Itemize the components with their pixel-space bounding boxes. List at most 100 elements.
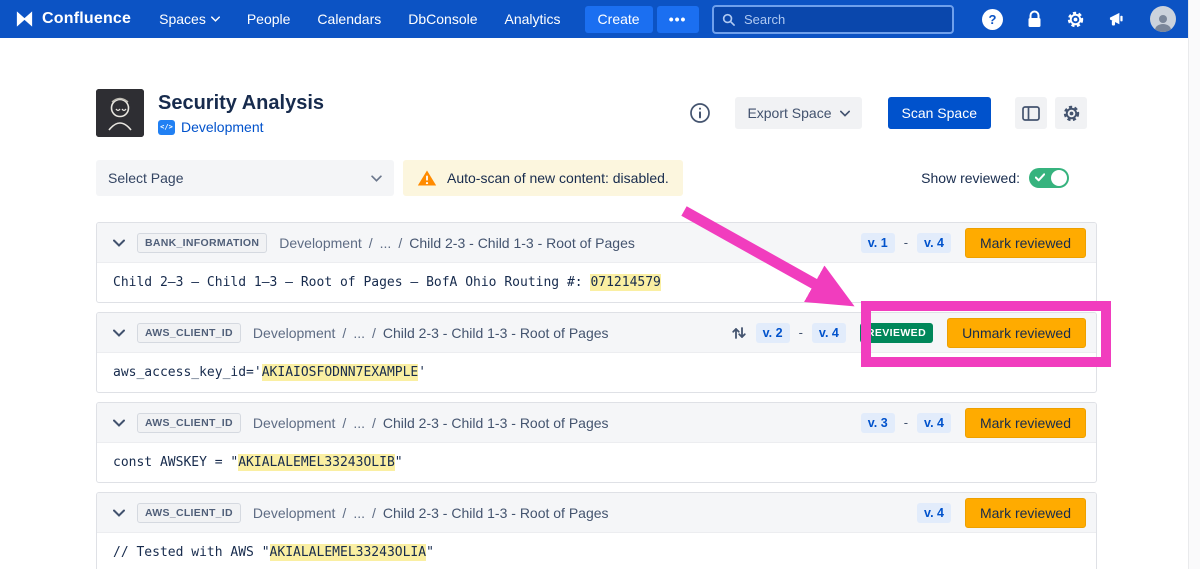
mark-reviewed-button[interactable]: Mark reviewed: [965, 228, 1086, 258]
finding-snippet: // Tested with AWS "AKIALALEMEL33243OLIA…: [97, 533, 1096, 569]
breadcrumb: Development / ... / Child 2-3 - Child 1-…: [279, 235, 635, 251]
space-link[interactable]: Development: [181, 119, 264, 135]
show-reviewed-label: Show reviewed:: [921, 170, 1020, 186]
nav-item-spaces[interactable]: Spaces: [159, 11, 220, 27]
finding-header: AWS_CLIENT_ID Development / ... / Child …: [97, 493, 1096, 533]
breadcrumb-ellipsis[interactable]: ...: [353, 325, 365, 341]
finding-snippet: aws_access_key_id='AKIAIOSFODNN7EXAMPLE': [97, 353, 1096, 392]
chevron-down-icon[interactable]: [113, 419, 125, 427]
breadcrumb-page-link[interactable]: Child 2-3 - Child 1-3 - Root of Pages: [383, 415, 609, 431]
version-dash: -: [904, 235, 908, 250]
megaphone-icon[interactable]: [1108, 11, 1127, 28]
finding-type-badge: AWS_CLIENT_ID: [137, 503, 241, 523]
scan-space-button[interactable]: Scan Space: [888, 97, 992, 129]
nav-item-people[interactable]: People: [247, 11, 291, 27]
finding-type-badge: AWS_CLIENT_ID: [137, 323, 241, 343]
breadcrumb-separator: /: [342, 415, 346, 431]
space-settings-gear-button[interactable]: [1055, 97, 1087, 129]
breadcrumb-separator: /: [369, 235, 373, 251]
nav-item-calendars[interactable]: Calendars: [317, 11, 381, 27]
chevron-down-icon: [371, 175, 382, 182]
help-icon[interactable]: ?: [982, 9, 1003, 30]
finding-card: AWS_CLIENT_ID Development / ... / Child …: [96, 402, 1097, 483]
highlighted-secret: AKIAIOSFODNN7EXAMPLE: [262, 364, 419, 381]
finding-actions: v. 3 - v. 4 Mark reviewed: [861, 408, 1086, 438]
finding-header: AWS_CLIENT_ID Development / ... / Child …: [97, 403, 1096, 443]
nav-menu: Spaces People Calendars DbConsole Analyt…: [159, 11, 560, 27]
version-from-link[interactable]: v. 1: [861, 233, 895, 253]
lock-icon[interactable]: [1026, 10, 1043, 29]
avatar[interactable]: [1150, 6, 1176, 32]
highlighted-secret: 071214579: [590, 274, 660, 291]
finding-snippet: Child 2–3 – Child 1–3 – Root of Pages – …: [97, 263, 1096, 302]
diff-icon[interactable]: [731, 325, 747, 341]
scrollbar[interactable]: [1188, 0, 1200, 569]
gear-icon[interactable]: [1066, 10, 1085, 29]
breadcrumb-space-link[interactable]: Development: [279, 235, 362, 251]
finding-snippet: const AWSKEY = "AKIALALEMEL33243OLIB": [97, 443, 1096, 482]
info-icon[interactable]: [689, 102, 711, 124]
unmark-reviewed-button[interactable]: Unmark reviewed: [947, 318, 1086, 348]
confluence-brand[interactable]: Confluence: [14, 9, 131, 29]
space-title-block: Security Analysis </> Development: [158, 91, 324, 135]
export-space-button[interactable]: Export Space: [735, 97, 861, 129]
chevron-down-icon[interactable]: [113, 239, 125, 247]
confluence-logo-icon: [14, 9, 35, 29]
show-reviewed-toggle[interactable]: [1029, 168, 1069, 188]
version-to-link[interactable]: v. 4: [917, 503, 951, 523]
breadcrumb-page-link[interactable]: Child 2-3 - Child 1-3 - Root of Pages: [383, 325, 609, 341]
more-button[interactable]: •••: [657, 6, 699, 33]
version-to-link[interactable]: v. 4: [917, 233, 951, 253]
header-controls: Export Space Scan Space: [689, 97, 1087, 129]
version-dash: -: [904, 415, 908, 430]
breadcrumb-ellipsis[interactable]: ...: [380, 235, 392, 251]
filter-row: Select Page Auto-scan of new content: di…: [96, 160, 1097, 196]
finding-card: AWS_CLIENT_ID Development / ... / Child …: [96, 492, 1097, 569]
finding-actions: v. 4 Mark reviewed: [917, 498, 1086, 528]
space-link-row: </> Development: [158, 119, 324, 135]
snippet-text: const AWSKEY = ": [113, 455, 238, 470]
reviewed-badge: REVIEWED: [860, 323, 933, 343]
snippet-text: Child 2–3 – Child 1–3 – Root of Pages – …: [113, 275, 590, 290]
finding-actions: v. 2 - v. 4 REVIEWED Unmark reviewed: [731, 318, 1086, 348]
search-box[interactable]: [712, 5, 954, 34]
breadcrumb-page-link[interactable]: Child 2-3 - Child 1-3 - Root of Pages: [409, 235, 635, 251]
chevron-down-icon[interactable]: [113, 509, 125, 517]
findings-list: BANK_INFORMATION Development / ... / Chi…: [96, 222, 1097, 569]
sidebar-toggle-button[interactable]: [1015, 97, 1047, 129]
breadcrumb-space-link[interactable]: Development: [253, 415, 336, 431]
breadcrumb-space-link[interactable]: Development: [253, 505, 336, 521]
create-button[interactable]: Create: [585, 6, 653, 33]
breadcrumb-separator: /: [342, 325, 346, 341]
top-nav: Confluence Spaces People Calendars DbCon…: [0, 0, 1200, 38]
highlighted-secret: AKIALALEMEL33243OLIA: [270, 544, 427, 561]
breadcrumb: Development / ... / Child 2-3 - Child 1-…: [253, 415, 609, 431]
breadcrumb-ellipsis[interactable]: ...: [353, 415, 365, 431]
mark-reviewed-button[interactable]: Mark reviewed: [965, 498, 1086, 528]
page-select-dropdown[interactable]: Select Page: [96, 160, 394, 196]
space-icon[interactable]: [96, 89, 144, 137]
nav-item-dbconsole[interactable]: DbConsole: [408, 11, 477, 27]
breadcrumb-separator: /: [342, 505, 346, 521]
breadcrumb-separator: /: [372, 505, 376, 521]
search-icon: [722, 13, 735, 26]
finding-type-badge: AWS_CLIENT_ID: [137, 413, 241, 433]
snippet-text: aws_access_key_id=': [113, 365, 262, 380]
breadcrumb: Development / ... / Child 2-3 - Child 1-…: [253, 325, 609, 341]
version-from-link[interactable]: v. 3: [861, 413, 895, 433]
breadcrumb-space-link[interactable]: Development: [253, 325, 336, 341]
breadcrumb-ellipsis[interactable]: ...: [353, 505, 365, 521]
version-to-link[interactable]: v. 4: [917, 413, 951, 433]
search-input[interactable]: [742, 11, 944, 28]
breadcrumb-page-link[interactable]: Child 2-3 - Child 1-3 - Root of Pages: [383, 505, 609, 521]
mark-reviewed-button[interactable]: Mark reviewed: [965, 408, 1086, 438]
chevron-down-icon[interactable]: [113, 329, 125, 337]
version-from-link[interactable]: v. 2: [756, 323, 790, 343]
highlighted-secret: AKIALALEMEL33243OLIB: [238, 454, 395, 471]
warning-icon: [417, 169, 437, 187]
snippet-text: ': [418, 365, 426, 380]
main-content: Security Analysis </> Development Export…: [96, 89, 1097, 569]
version-to-link[interactable]: v. 4: [812, 323, 846, 343]
snippet-text: ": [426, 545, 434, 560]
nav-item-analytics[interactable]: Analytics: [505, 11, 561, 27]
